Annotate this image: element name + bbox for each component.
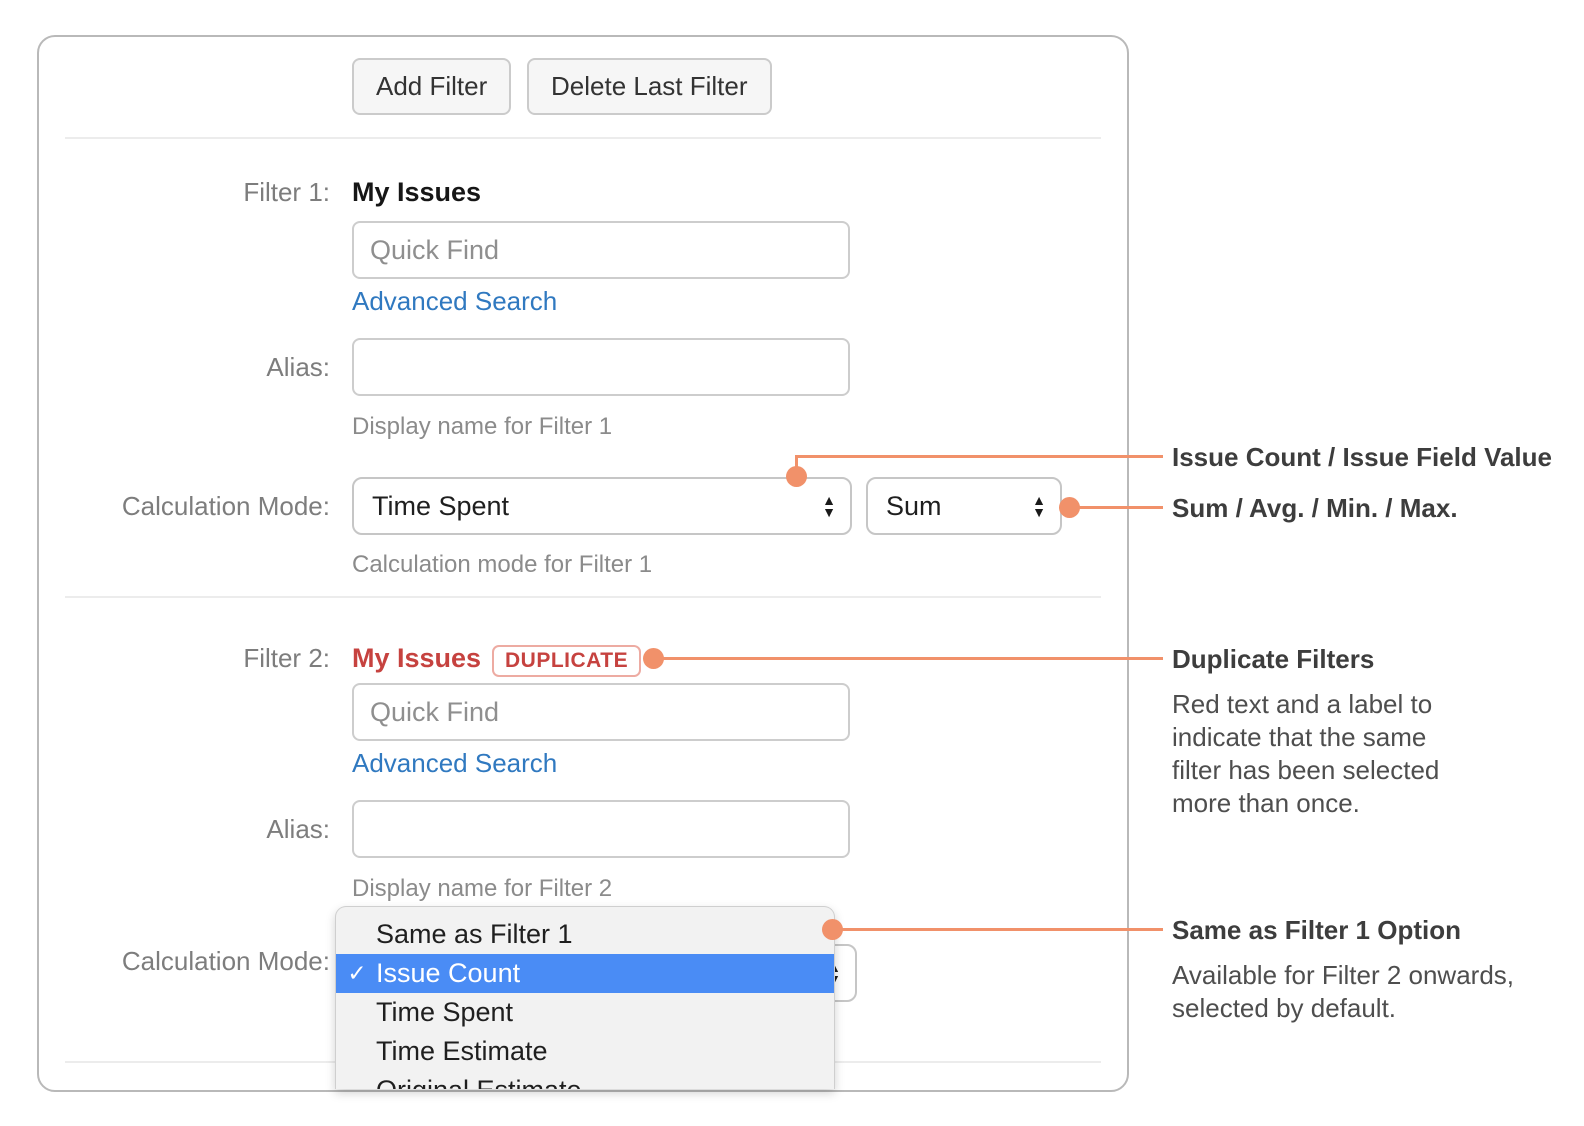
filter1-alias-label: Alias: bbox=[90, 352, 330, 382]
annotation-calc-mode-title: Issue Count / Issue Field Value bbox=[1172, 441, 1552, 473]
filter2-alias-label: Alias: bbox=[90, 814, 330, 844]
callout-line-aggregation bbox=[1070, 506, 1163, 509]
filter2-advanced-search-link[interactable]: Advanced Search bbox=[352, 749, 557, 777]
dropdown-option-label: Original Estimate bbox=[376, 1075, 582, 1089]
dropdown-option[interactable]: Time Spent bbox=[336, 993, 834, 1032]
callout-dot-same-as bbox=[822, 919, 843, 940]
callout-line-duplicate bbox=[653, 657, 1163, 660]
filter1-row-label: Filter 1: bbox=[90, 177, 330, 207]
filter1-name: My Issues bbox=[352, 177, 481, 207]
filter1-quick-find-input[interactable] bbox=[352, 221, 850, 279]
checkmark-icon: ✓ bbox=[344, 960, 370, 987]
filter2-alias-help: Display name for Filter 2 bbox=[352, 876, 612, 902]
filter2-row-label: Filter 2: bbox=[90, 643, 330, 673]
dropdown-option-label: Same as Filter 1 bbox=[376, 919, 573, 950]
add-filter-button[interactable]: Add Filter bbox=[352, 58, 511, 115]
annotation-same-as-title: Same as Filter 1 Option bbox=[1172, 914, 1461, 946]
select-stepper-icon: ▲▼ bbox=[1032, 494, 1046, 518]
screenshot-root: Add Filter Delete Last Filter Filter 1: … bbox=[0, 0, 1584, 1126]
annotation-aggregation-title: Sum / Avg. / Min. / Max. bbox=[1172, 492, 1458, 524]
dropdown-option[interactable]: Time Estimate bbox=[336, 1032, 834, 1071]
calc-mode-dropdown: Same as Filter 1✓Issue CountTime SpentTi… bbox=[335, 906, 835, 1089]
filter1-aggregation-select[interactable]: Sum ▲▼ bbox=[866, 477, 1062, 535]
duplicate-badge: DUPLICATE bbox=[492, 645, 641, 677]
filter2-quick-find-input[interactable] bbox=[352, 683, 850, 741]
annotation-same-as-body: Available for Filter 2 onwards, selected… bbox=[1172, 959, 1572, 1025]
dropdown-option-label: Time Estimate bbox=[376, 1036, 548, 1067]
filter1-calc-mode-select[interactable]: Time Spent ▲▼ bbox=[352, 477, 852, 535]
annotation-duplicate-title: Duplicate Filters bbox=[1172, 643, 1374, 675]
dropdown-option-label: Time Spent bbox=[376, 997, 513, 1028]
filter1-alias-input[interactable] bbox=[352, 338, 850, 396]
filter2-calc-mode-label: Calculation Mode: bbox=[90, 946, 330, 976]
filter1-calc-mode-value: Time Spent bbox=[372, 491, 822, 522]
callout-line-same-as bbox=[833, 928, 1163, 931]
callout-dot-calc-mode bbox=[786, 466, 807, 487]
callout-line-calc-mode bbox=[795, 455, 1163, 458]
filter2-alias-input[interactable] bbox=[352, 800, 850, 858]
dropdown-option-label: Issue Count bbox=[376, 958, 520, 989]
filter1-calc-mode-help: Calculation mode for Filter 1 bbox=[352, 552, 652, 578]
callout-dot-aggregation bbox=[1059, 497, 1080, 518]
filter1-calc-mode-label: Calculation Mode: bbox=[90, 491, 330, 521]
select-stepper-icon: ▲▼ bbox=[822, 494, 836, 518]
divider-middle bbox=[65, 596, 1101, 598]
dropdown-option[interactable]: Original Estimate bbox=[336, 1071, 834, 1089]
annotation-duplicate-body: Red text and a label to indicate that th… bbox=[1172, 688, 1572, 820]
dropdown-option[interactable]: Same as Filter 1 bbox=[336, 915, 834, 954]
callout-dot-duplicate bbox=[643, 648, 664, 669]
filter2-name: My Issues bbox=[352, 643, 481, 673]
filter1-aggregation-value: Sum bbox=[886, 491, 1032, 522]
divider-top bbox=[65, 137, 1101, 139]
filter1-alias-help: Display name for Filter 1 bbox=[352, 414, 612, 440]
delete-last-filter-button[interactable]: Delete Last Filter bbox=[527, 58, 772, 115]
dropdown-option[interactable]: ✓Issue Count bbox=[336, 954, 834, 993]
filter1-advanced-search-link[interactable]: Advanced Search bbox=[352, 287, 557, 315]
